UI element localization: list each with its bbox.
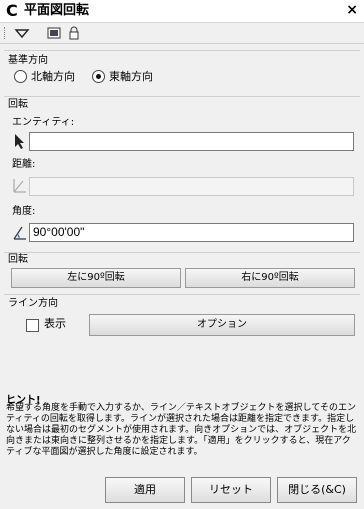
close-button[interactable]: × <box>346 2 358 18</box>
close-dialog-button[interactable]: 閉じる(&C) <box>277 477 357 503</box>
angle-input[interactable]: 90°00'00" <box>29 223 354 242</box>
base-direction-label: 基準方向 <box>8 55 48 66</box>
base-direction-options: 北軸方向 東軸方向 <box>14 68 153 84</box>
base-direction-divider <box>4 50 360 51</box>
radio-east-label: 東軸方向 <box>109 70 153 83</box>
show-label: 表示 <box>44 317 66 330</box>
options-button[interactable]: オプション <box>89 314 355 336</box>
hint-text: 希望する角度を手動で入力するか、ライン／テキストオブジェクトを選択してそのエンテ… <box>6 403 357 457</box>
entity-label: エンティティ: <box>12 117 75 128</box>
distance-label: 距離: <box>12 159 36 170</box>
rotation-divider <box>4 96 360 97</box>
toolbar <box>0 23 364 44</box>
radio-east[interactable] <box>92 69 105 83</box>
apply-button[interactable]: 適用 <box>105 477 185 503</box>
show-checkbox[interactable] <box>26 319 39 332</box>
select-pointer-icon[interactable] <box>12 132 28 150</box>
rotation-group-label: 回転 <box>8 99 28 110</box>
radio-north[interactable] <box>14 69 27 83</box>
reset-button[interactable]: リセット <box>191 477 271 503</box>
rotate-divider <box>4 252 360 253</box>
line-direction-divider <box>4 294 360 295</box>
line-direction-label: ライン方向 <box>8 298 58 309</box>
rotate-right-button[interactable]: 右に90º回転 <box>185 268 355 288</box>
toolbar-grip <box>4 27 7 39</box>
distance-icon <box>12 176 28 194</box>
lock-icon[interactable] <box>66 25 82 41</box>
image-icon[interactable] <box>46 25 62 41</box>
angle-label: 角度: <box>12 206 36 217</box>
dropdown-triangle-icon[interactable] <box>14 25 30 41</box>
title-bar: C 平面図回転 × <box>0 0 364 23</box>
app-logo-icon: C <box>6 1 18 20</box>
angle-icon <box>12 223 28 241</box>
radio-north-label: 北軸方向 <box>31 70 75 83</box>
window-title: 平面図回転 <box>24 3 90 18</box>
rotate-left-button[interactable]: 左に90º回転 <box>11 268 181 288</box>
entity-input[interactable] <box>29 132 354 151</box>
distance-input[interactable] <box>29 177 354 196</box>
rotate-group-label: 回転 <box>8 254 28 265</box>
